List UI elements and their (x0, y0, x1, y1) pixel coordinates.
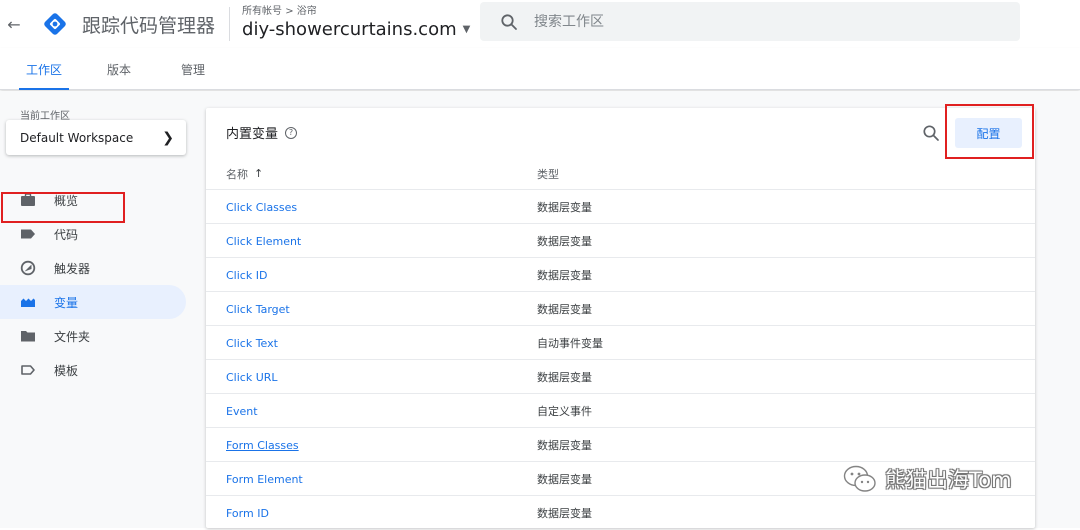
chevron-right-icon: ❯ (162, 129, 174, 146)
variable-type: 数据层变量 (537, 473, 592, 486)
variables-icon (21, 298, 35, 307)
variable-type: 数据层变量 (537, 439, 592, 452)
table-row: Form Classes 数据层变量 (206, 428, 1035, 462)
sidebar-item-templates[interactable]: 模板 (0, 353, 186, 387)
table-row: Click ID 数据层变量 (206, 258, 1035, 292)
sidebar-item-folders[interactable]: 文件夹 (0, 319, 186, 353)
header-divider (229, 7, 231, 41)
container-name-label: diy-showercurtains.com (242, 19, 457, 40)
top-app-bar: ← 跟踪代码管理器 所有帐号 > 浴帘 diy-showercurtains.c… (0, 0, 1080, 48)
workspace-search[interactable] (480, 2, 1020, 41)
tab-versions[interactable]: 版本 (97, 48, 141, 90)
app-title: 跟踪代码管理器 (82, 14, 216, 37)
variables-highlight-box (1, 192, 125, 223)
sidebar-item-label: 变量 (54, 295, 79, 310)
column-name-label: 名称 (226, 167, 248, 181)
search-icon[interactable] (922, 124, 940, 142)
watermark-text: 熊猫出海Tom (885, 468, 1012, 492)
table-row: Event 自定义事件 (206, 394, 1035, 428)
container-name[interactable]: diy-showercurtains.com ▼ (242, 18, 470, 42)
tag-icon (21, 229, 35, 239)
variable-name-link[interactable]: Click Element (226, 224, 301, 258)
configure-highlight-box (945, 104, 1034, 159)
template-icon (21, 365, 35, 375)
variable-type: 数据层变量 (537, 201, 592, 214)
variable-name-link[interactable]: Click URL (226, 360, 278, 394)
search-input[interactable] (534, 13, 974, 30)
sidebar-item-label: 文件夹 (54, 329, 91, 344)
variable-name-link[interactable]: Event (226, 394, 258, 428)
sort-arrow-up-icon: ↑ (254, 167, 264, 180)
tag-manager-logo (42, 11, 68, 37)
table-row: Click URL 数据层变量 (206, 360, 1035, 394)
variable-type: 自定义事件 (537, 405, 592, 418)
variable-name-link[interactable]: Form Element (226, 462, 303, 496)
tab-workspace[interactable]: 工作区 (19, 48, 69, 90)
table-row: Click Text 自动事件变量 (206, 326, 1035, 360)
variable-name-link[interactable]: Click Text (226, 326, 278, 360)
left-sidebar: 当前工作区 Default Workspace ❯ 概览 代码 触发器 变量 文… (0, 91, 195, 528)
table-row: Click Target 数据层变量 (206, 292, 1035, 326)
variable-type: 数据层变量 (537, 269, 592, 282)
table-row: Form ID 数据层变量 (206, 496, 1035, 530)
variable-type: 自动事件变量 (537, 337, 603, 350)
variable-name-link[interactable]: Form Classes (226, 428, 299, 462)
search-icon (501, 13, 517, 30)
column-header-type[interactable]: 类型 (537, 157, 559, 190)
variable-name-link[interactable]: Click Classes (226, 190, 297, 224)
column-type-label: 类型 (537, 167, 559, 181)
variable-name-link[interactable]: Form ID (226, 496, 269, 530)
sidebar-item-label: 模板 (54, 363, 79, 378)
table-row: Click Element 数据层变量 (206, 224, 1035, 258)
arrow-back-icon[interactable]: ← (0, 15, 28, 34)
card-title-label: 内置变量 (226, 127, 279, 142)
table-header: 名称 ↑ 类型 (206, 157, 1035, 190)
card-title: 内置变量 ? (226, 123, 298, 142)
variable-type: 数据层变量 (537, 235, 592, 248)
trigger-icon (20, 260, 36, 276)
workspace-selector[interactable]: Default Workspace ❯ (6, 120, 186, 155)
variable-name-link[interactable]: Click Target (226, 292, 290, 326)
breadcrumb: 所有帐号 > 浴帘 (242, 6, 317, 17)
variable-name-link[interactable]: Click ID (226, 258, 267, 292)
help-icon[interactable]: ? (285, 126, 298, 139)
table-row: Click Classes 数据层变量 (206, 190, 1035, 224)
workspace-name: Default Workspace (20, 130, 134, 145)
column-header-name[interactable]: 名称 ↑ (226, 157, 263, 190)
caret-down-icon: ▼ (462, 24, 471, 35)
tab-admin[interactable]: 管理 (171, 48, 215, 90)
account-container-selector[interactable]: 所有帐号 > 浴帘 diy-showercurtains.com ▼ (242, 6, 470, 42)
tab-bar: 工作区 版本 管理 (0, 48, 1080, 90)
watermark: 熊猫出海Tom (843, 464, 1012, 494)
wechat-icon (843, 465, 876, 492)
sidebar-item-triggers[interactable]: 触发器 (0, 251, 186, 285)
sidebar-item-label: 代码 (54, 227, 79, 242)
variable-type: 数据层变量 (537, 371, 592, 384)
sidebar-item-label: 触发器 (54, 261, 91, 276)
variable-type: 数据层变量 (537, 303, 592, 316)
sidebar-item-variables[interactable]: 变量 (0, 285, 186, 319)
folder-icon (21, 331, 35, 342)
variable-type: 数据层变量 (537, 507, 592, 520)
